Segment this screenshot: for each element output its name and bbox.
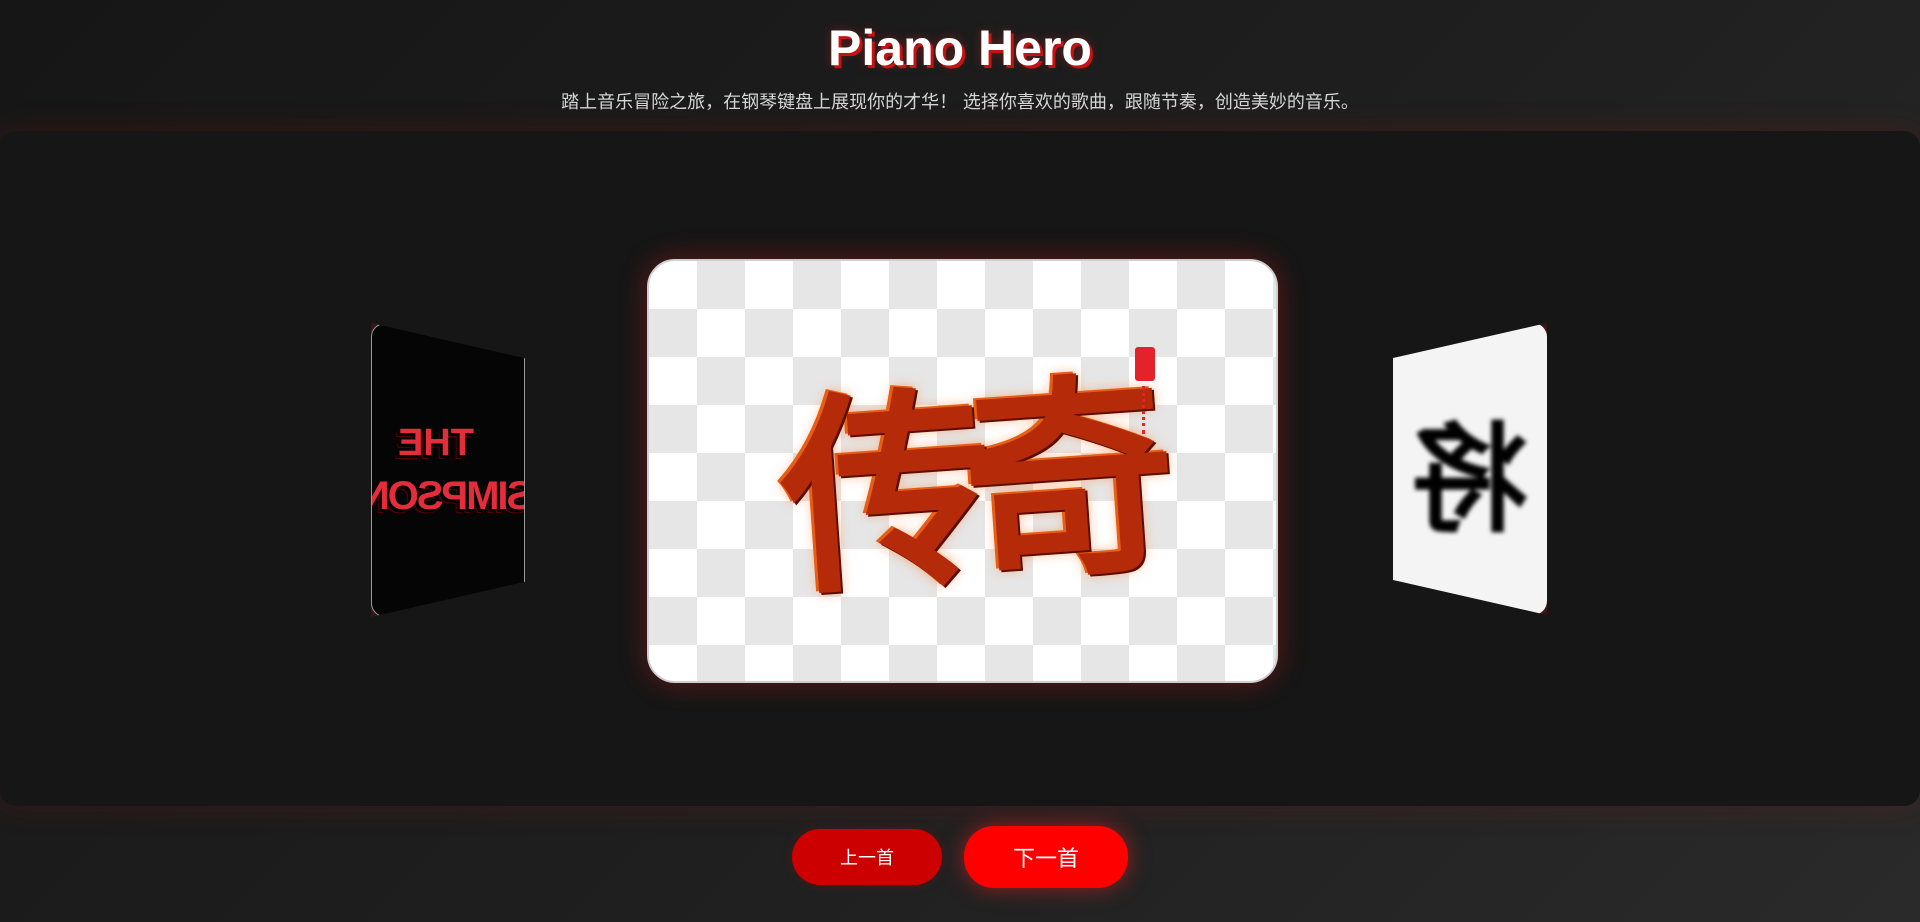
song-cover-right[interactable]: 将 (1393, 323, 1547, 615)
carousel-controls: 上一首 下一首 (0, 826, 1920, 888)
page-subtitle: 踏上音乐冒险之旅，在钢琴键盘上展现你的才华！ 选择你喜欢的歌曲，跟随节奏，创造美… (561, 92, 1359, 113)
seal-icon (1135, 347, 1155, 381)
app-page: Piano Hero 踏上音乐冒险之旅，在钢琴键盘上展现你的才华！ 选择你喜欢的… (0, 0, 1920, 922)
left-cover-line1: THE (398, 422, 474, 464)
song-cover-left[interactable]: THE SIMPSON (371, 323, 525, 617)
next-song-button[interactable]: 下一首 (964, 826, 1128, 888)
center-cover-artwork: 传奇 (773, 351, 1154, 625)
left-cover-artwork: THE SIMPSON (372, 324, 524, 616)
right-cover-artwork: 将 (1411, 409, 1530, 549)
page-title: Piano Hero (828, 20, 1092, 76)
seal-dots-icon (1142, 386, 1151, 434)
song-carousel: THE SIMPSON 传奇 将 (0, 131, 1920, 806)
song-cover-center[interactable]: 传奇 (647, 259, 1278, 683)
left-cover-line2: SIMPSON (371, 474, 525, 518)
previous-song-button[interactable]: 上一首 (792, 829, 942, 885)
